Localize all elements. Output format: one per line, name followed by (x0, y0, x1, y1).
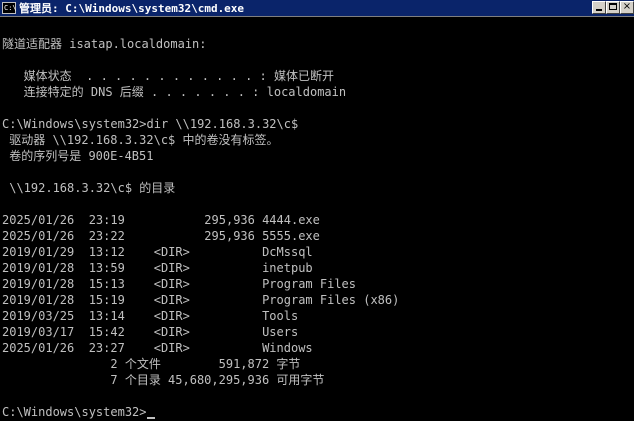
console-line: 2019/01/28 15:13 <DIR> Program Files (2, 277, 357, 291)
console-line: 连接特定的 DNS 后缀 . . . . . . . : localdomain (2, 85, 347, 99)
console-line: 2025/01/26 23:19 295,936 4444.exe (2, 213, 320, 227)
title-bar[interactable]: C:\ 管理员: C:\Windows\system32\cmd.exe × (0, 0, 634, 17)
window-title: 管理员: C:\Windows\system32\cmd.exe (19, 2, 245, 15)
console-line: 2019/03/17 15:42 <DIR> Users (2, 325, 299, 339)
console-line: 媒体状态 . . . . . . . . . . . . : 媒体已断开 (2, 69, 334, 83)
console-line: 7 个目录 45,680,295,936 可用字节 (2, 373, 325, 387)
console-line: 2019/01/28 13:59 <DIR> inetpub (2, 261, 313, 275)
console-line: C:\Windows\system32>dir \\192.168.3.32\c… (2, 117, 299, 131)
console-app-icon[interactable]: C:\ (2, 2, 17, 14)
minimize-icon (596, 9, 602, 11)
command-prompt: C:\Windows\system32> (2, 405, 147, 419)
console-output[interactable]: 隧道适配器 isatap.localdomain: 媒体状态 . . . . .… (0, 18, 634, 421)
console-line: 2025/01/26 23:22 295,936 5555.exe (2, 229, 320, 243)
console-line: 驱动器 \\192.168.3.32\c$ 中的卷没有标签。 (2, 133, 279, 147)
console-line: \\192.168.3.32\c$ 的目录 (2, 181, 176, 195)
maximize-icon (609, 3, 617, 10)
close-icon: × (622, 1, 632, 12)
console-line: 2025/01/26 23:27 <DIR> Windows (2, 341, 313, 355)
console-line: 2019/03/25 13:14 <DIR> Tools (2, 309, 299, 323)
console-line: 2 个文件 591,872 字节 (2, 357, 301, 371)
close-button[interactable]: × (620, 1, 634, 14)
maximize-button[interactable] (606, 1, 620, 14)
console-line: 2019/01/28 15:19 <DIR> Program Files (x8… (2, 293, 400, 307)
text-cursor (146, 417, 155, 419)
console-line: 卷的序列号是 900E-4B51 (2, 149, 154, 163)
minimize-button[interactable] (592, 1, 606, 14)
cmd-window: C:\ 管理员: C:\Windows\system32\cmd.exe × 隧… (0, 0, 634, 421)
console-line: 2019/01/29 13:12 <DIR> DcMssql (2, 245, 313, 259)
console-line: 隧道适配器 isatap.localdomain: (2, 37, 207, 51)
prompt-line[interactable]: C:\Windows\system32> (2, 404, 155, 420)
